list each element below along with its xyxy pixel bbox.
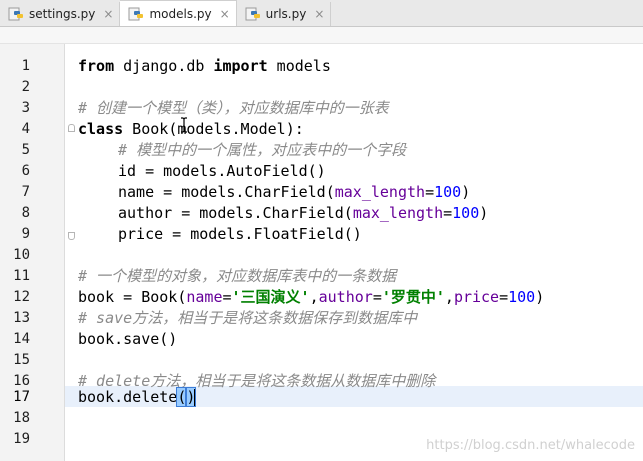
code-text: ) xyxy=(461,183,471,201)
param-name: price xyxy=(453,288,500,306)
code-text: = xyxy=(499,288,509,306)
code-text: book.delete xyxy=(78,388,178,406)
string-literal: '三国演义' xyxy=(231,288,310,306)
line-number: 4 xyxy=(21,121,30,137)
tab-settings-py[interactable]: settings.py × xyxy=(0,2,121,26)
tab-models-py[interactable]: models.py × xyxy=(120,0,237,26)
line-number-current: 17 xyxy=(13,389,30,405)
param-name: max_length xyxy=(334,183,426,201)
param-name: author xyxy=(318,288,373,306)
code-text: book = Book( xyxy=(78,288,187,306)
python-file-icon xyxy=(245,7,260,21)
code-line-4[interactable]: class Book(models.Model): xyxy=(78,118,304,140)
line-number: 19 xyxy=(13,431,30,447)
code-text: django.db xyxy=(114,57,214,75)
tab-urls-py[interactable]: urls.py × xyxy=(237,2,332,26)
line-number: 9 xyxy=(21,226,30,242)
code-text: = xyxy=(443,204,453,222)
code-line-7[interactable]: name = models.CharField(max_length=100) xyxy=(118,181,470,203)
editor-tab-bar: settings.py × models.py × urls.py × xyxy=(0,0,643,27)
line-number: 5 xyxy=(21,142,30,158)
class-name: Book xyxy=(123,120,169,138)
code-text: (models.Model): xyxy=(168,120,304,138)
code-text: = xyxy=(222,288,232,306)
code-text: ) xyxy=(535,288,545,306)
line-number: 15 xyxy=(13,352,30,368)
line-number: 8 xyxy=(21,205,30,221)
line-number: 13 xyxy=(13,310,30,326)
line-number: 11 xyxy=(13,268,30,284)
watermark: https://blog.csdn.net/whalecode xyxy=(426,438,635,453)
code-text: models xyxy=(267,57,331,75)
keyword: class xyxy=(78,120,124,138)
code-line-12[interactable]: book = Book(name='三国演义',author='罗贯中',pri… xyxy=(78,286,544,308)
keyword: import xyxy=(213,57,268,75)
line-number: 12 xyxy=(13,289,30,305)
code-text: , xyxy=(444,288,454,306)
python-file-icon xyxy=(8,7,23,21)
line-number: 3 xyxy=(21,100,30,116)
close-icon[interactable]: × xyxy=(220,8,230,20)
code-text: name = models.CharField( xyxy=(118,183,335,201)
tab-label: urls.py xyxy=(265,7,307,21)
fold-marker-icon[interactable] xyxy=(68,124,75,132)
code-line-9[interactable]: price = models.FloatField() xyxy=(118,223,362,245)
code-line-14[interactable]: book.save() xyxy=(78,328,177,350)
code-text: ) xyxy=(479,204,489,222)
param-name: max_length xyxy=(352,204,444,222)
line-number: 2 xyxy=(21,79,30,95)
code-line-17[interactable]: book.delete() xyxy=(78,386,197,408)
line-number: 10 xyxy=(13,247,30,263)
mouse-ibeam-cursor-icon xyxy=(181,117,187,133)
close-icon[interactable]: × xyxy=(103,8,113,20)
text-caret xyxy=(194,389,196,406)
close-icon[interactable]: × xyxy=(314,8,324,20)
code-line-13[interactable]: # save方法，相当于是将这条数据保存到数据库中 xyxy=(78,307,417,329)
breadcrumb-strip xyxy=(0,27,643,44)
tab-label: models.py xyxy=(149,6,212,21)
code-line-1[interactable]: from django.db import models xyxy=(78,55,331,77)
code-text: , xyxy=(309,288,319,306)
line-number: 1 xyxy=(21,58,30,74)
tab-label: settings.py xyxy=(29,7,96,21)
code-text: author = models.CharField( xyxy=(118,204,353,222)
fold-end-marker-icon[interactable] xyxy=(68,232,75,240)
code-line-3[interactable]: # 创建一个模型（类），对应数据库中的一张表 xyxy=(78,97,389,119)
line-number: 14 xyxy=(13,331,30,347)
python-file-icon xyxy=(128,7,144,20)
keyword: from xyxy=(78,57,115,75)
code-text: = xyxy=(372,288,382,306)
code-line-6[interactable]: id = models.AutoField() xyxy=(118,160,326,182)
code-line-11[interactable]: # 一个模型的对象，对应数据库表中的一条数据 xyxy=(78,265,396,287)
code-text: = xyxy=(425,183,435,201)
number-literal: 100 xyxy=(434,183,462,201)
line-number: 7 xyxy=(21,184,30,200)
line-number: 6 xyxy=(21,163,30,179)
string-literal: '罗贯中' xyxy=(381,288,445,306)
code-line-5[interactable]: # 模型中的一个属性，对应表中的一个字段 xyxy=(118,139,406,161)
number-literal: 100 xyxy=(452,204,480,222)
param-name: name xyxy=(186,288,223,306)
line-number: 18 xyxy=(13,410,30,426)
code-line-8[interactable]: author = models.CharField(max_length=100… xyxy=(118,202,488,224)
number-literal: 100 xyxy=(508,288,536,306)
